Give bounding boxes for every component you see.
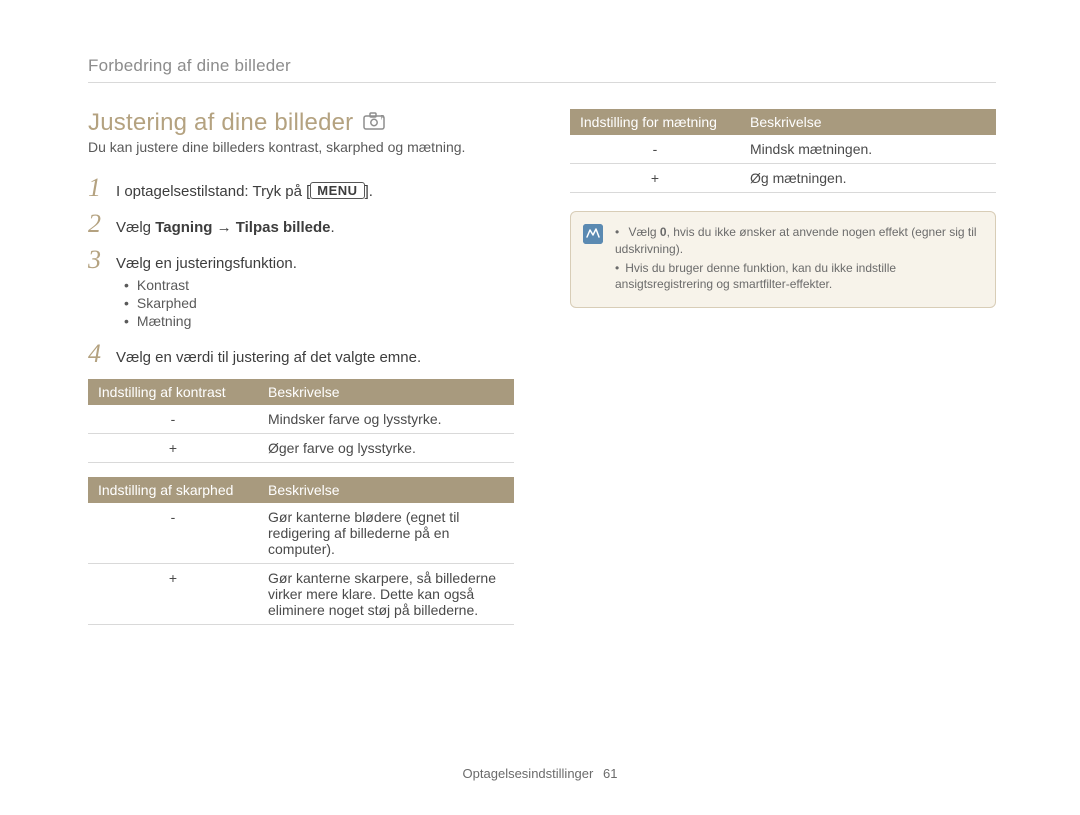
- table-row: + Øg mætningen.: [570, 164, 996, 193]
- contrast-table: Indstilling af kontrast Beskrivelse - Mi…: [88, 379, 514, 463]
- note-text-post: , hvis du ikke ønsker at anvende nogen e…: [615, 225, 977, 256]
- step-3: 3 Vælg en justeringsfunktion.: [88, 247, 514, 273]
- divider: [88, 82, 996, 83]
- note-icon: [583, 224, 603, 244]
- page-number: 61: [603, 766, 617, 781]
- table-cell-symbol: +: [88, 564, 258, 625]
- step-number: 1: [88, 175, 106, 201]
- table-row: - Mindsker farve og lysstyrke.: [88, 405, 514, 434]
- step-text-pre: Vælg: [116, 219, 155, 236]
- step-text-pre: I optagelsestilstand: Tryk på [: [116, 183, 310, 200]
- step-text: Vælg Tagning → Tilpas billede.: [116, 219, 335, 236]
- table-cell-symbol: -: [88, 503, 258, 564]
- step-number: 2: [88, 211, 106, 237]
- table-header: Indstilling af kontrast: [88, 379, 258, 405]
- table-header: Indstilling for mætning: [570, 109, 740, 135]
- note-item: Vælg 0, hvis du ikke ønsker at anvende n…: [615, 224, 981, 258]
- step-4: 4 Vælg en værdi til justering af det val…: [88, 341, 514, 367]
- table-cell-symbol: -: [88, 405, 258, 434]
- note-item: Hvis du bruger denne funktion, kan du ik…: [615, 260, 981, 294]
- table-row: + Øger farve og lysstyrke.: [88, 434, 514, 463]
- note-text-bold: 0: [660, 225, 667, 239]
- table-cell-desc: Øg mætningen.: [740, 164, 996, 193]
- table-header: Beskrivelse: [740, 109, 996, 135]
- step-text-post: ].: [365, 183, 373, 200]
- heading-row: Justering af dine billeder P: [88, 109, 514, 137]
- table-header-row: Indstilling af skarphed Beskrivelse: [88, 477, 514, 503]
- step-1: 1 I optagelsestilstand: Tryk på [MENU].: [88, 175, 514, 201]
- intro-text: Du kan justere dine billeders kontrast, …: [88, 139, 514, 155]
- table-row: + Gør kanterne skarpere, så billederne v…: [88, 564, 514, 625]
- table-row: - Gør kanterne blødere (egnet til redige…: [88, 503, 514, 564]
- step-number: 3: [88, 247, 106, 273]
- table-header-row: Indstilling for mætning Beskrivelse: [570, 109, 996, 135]
- table-header: Indstilling af skarphed: [88, 477, 258, 503]
- menu-button-label: MENU: [310, 182, 364, 199]
- table-cell-desc: Øger farve og lysstyrke.: [258, 434, 514, 463]
- sharpness-table: Indstilling af skarphed Beskrivelse - Gø…: [88, 477, 514, 625]
- step-text-bold: Tagning → Tilpas billede: [155, 219, 330, 236]
- two-column-layout: Justering af dine billeder P Du kan just…: [88, 109, 996, 639]
- note-text-pre: Vælg: [629, 225, 660, 239]
- page-title: Justering af dine billeder: [88, 109, 353, 137]
- table-cell-symbol: -: [570, 135, 740, 164]
- footer-section: Optagelsesindstillinger: [463, 766, 594, 781]
- step-text: I optagelsestilstand: Tryk på [MENU].: [116, 182, 373, 200]
- svg-text:P: P: [381, 115, 385, 121]
- step-2: 2 Vælg Tagning → Tilpas billede.: [88, 211, 514, 237]
- table-cell-symbol: +: [570, 164, 740, 193]
- step-text: Vælg en justeringsfunktion.: [116, 255, 297, 272]
- page-footer: Optagelsesindstillinger 61: [0, 766, 1080, 781]
- table-cell-desc: Mindsk mætningen.: [740, 135, 996, 164]
- step-3-sublist: Kontrast Skarphed Mætning: [124, 277, 514, 329]
- column-right: Indstilling for mætning Beskrivelse - Mi…: [570, 109, 996, 639]
- table-row: - Mindsk mætningen.: [570, 135, 996, 164]
- list-item: Mætning: [124, 313, 514, 329]
- list-item: Skarphed: [124, 295, 514, 311]
- note-list: Vælg 0, hvis du ikke ønsker at anvende n…: [615, 222, 981, 295]
- note-box: Vælg 0, hvis du ikke ønsker at anvende n…: [570, 211, 996, 308]
- breadcrumb: Forbedring af dine billeder: [88, 56, 996, 76]
- step-text-post: .: [331, 219, 335, 236]
- manual-page: Forbedring af dine billeder Justering af…: [0, 0, 1080, 815]
- table-cell-desc: Gør kanterne blødere (egnet til redigeri…: [258, 503, 514, 564]
- table-cell-desc: Mindsker farve og lysstyrke.: [258, 405, 514, 434]
- camera-icon: P: [363, 112, 385, 135]
- step-number: 4: [88, 341, 106, 367]
- step-text: Vælg en værdi til justering af det valgt…: [116, 349, 421, 366]
- table-header: Beskrivelse: [258, 477, 514, 503]
- table-header-row: Indstilling af kontrast Beskrivelse: [88, 379, 514, 405]
- column-left: Justering af dine billeder P Du kan just…: [88, 109, 514, 639]
- saturation-table: Indstilling for mætning Beskrivelse - Mi…: [570, 109, 996, 193]
- table-cell-symbol: +: [88, 434, 258, 463]
- table-header: Beskrivelse: [258, 379, 514, 405]
- list-item: Kontrast: [124, 277, 514, 293]
- table-cell-desc: Gør kanterne skarpere, så billederne vir…: [258, 564, 514, 625]
